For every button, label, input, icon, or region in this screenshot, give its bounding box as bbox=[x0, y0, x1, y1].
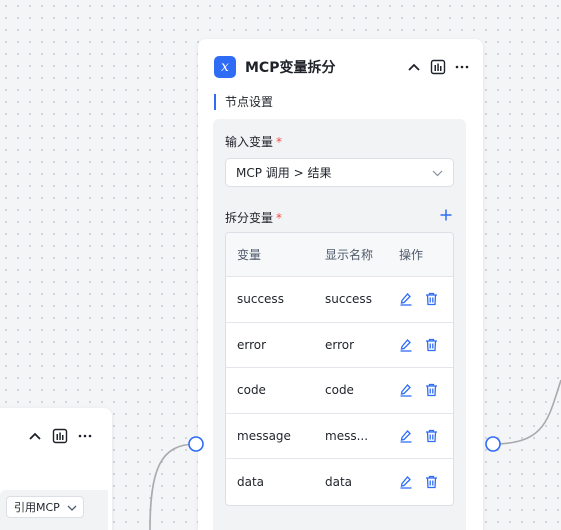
table-row: error error bbox=[226, 323, 453, 369]
delete-icon[interactable] bbox=[425, 292, 438, 306]
input-variable-label-text: 输入变量 bbox=[225, 135, 274, 149]
display-name-cell: error bbox=[325, 337, 355, 352]
workflow-canvas[interactable]: 引用MCP x MCP变量拆分 节点设置 输入变量 * MCP 调用 > 结果 … bbox=[0, 0, 561, 530]
display-name-cell: data bbox=[325, 475, 353, 490]
edit-icon[interactable] bbox=[399, 383, 413, 398]
edit-icon[interactable] bbox=[399, 338, 413, 352]
required-mark: * bbox=[276, 135, 283, 149]
left-node-actions bbox=[28, 428, 92, 444]
add-variable-button[interactable] bbox=[440, 209, 452, 221]
reference-select[interactable]: 引用MCP bbox=[6, 496, 84, 518]
variable-cell: error bbox=[237, 337, 267, 352]
more-icon[interactable] bbox=[455, 65, 469, 69]
display-name-cell: mess... bbox=[325, 429, 369, 444]
actions-cell bbox=[388, 292, 453, 306]
split-variable-label-text: 拆分变量 bbox=[225, 211, 274, 225]
delete-icon[interactable] bbox=[425, 383, 438, 397]
delete-icon[interactable] bbox=[425, 338, 438, 352]
variable-cell: code bbox=[237, 383, 266, 398]
edit-icon[interactable] bbox=[399, 475, 413, 489]
input-variable-select[interactable]: MCP 调用 > 结果 bbox=[225, 158, 454, 187]
chevron-down-icon bbox=[432, 166, 443, 180]
delete-icon[interactable] bbox=[425, 475, 438, 489]
split-variables-table: 变量 显示名称 操作 success success error error c… bbox=[225, 232, 454, 506]
log-icon[interactable] bbox=[430, 59, 446, 75]
actions-cell bbox=[388, 429, 453, 443]
mcp-variable-split-node[interactable]: x MCP变量拆分 节点设置 输入变量 * MCP 调用 > 结果 拆分变量 *… bbox=[198, 39, 483, 530]
table-row: success success bbox=[226, 277, 453, 323]
reference-select-value: 引用MCP bbox=[14, 501, 60, 514]
variable-x-icon: x bbox=[214, 56, 236, 78]
split-variable-label: 拆分变量 * bbox=[225, 209, 282, 226]
display-name-cell: code bbox=[325, 383, 354, 398]
edit-icon[interactable] bbox=[399, 429, 413, 443]
column-header-actions: 操作 bbox=[399, 248, 424, 262]
left-node-body: 引用MCP bbox=[0, 490, 108, 530]
chevron-down-icon bbox=[67, 501, 77, 514]
incoming-wire bbox=[149, 443, 197, 530]
edit-icon[interactable] bbox=[399, 292, 413, 306]
table-row: data data bbox=[226, 459, 453, 505]
collapse-icon[interactable] bbox=[28, 431, 42, 441]
delete-icon[interactable] bbox=[425, 429, 438, 443]
input-variable-value: MCP 调用 > 结果 bbox=[236, 166, 332, 180]
required-mark: * bbox=[276, 211, 283, 225]
table-header: 变量 显示名称 操作 bbox=[226, 233, 453, 277]
actions-cell bbox=[388, 383, 453, 398]
variable-cell: message bbox=[237, 429, 291, 444]
node-header: x MCP变量拆分 bbox=[214, 55, 469, 79]
actions-cell bbox=[388, 338, 453, 352]
node-settings-panel: 输入变量 * MCP 调用 > 结果 拆分变量 * 变量 显示名称 操作 suc… bbox=[213, 119, 466, 530]
actions-cell bbox=[388, 475, 453, 489]
outgoing-wire bbox=[492, 379, 561, 445]
node-title: MCP变量拆分 bbox=[245, 60, 336, 76]
section-title: 节点设置 bbox=[214, 94, 273, 110]
mcp-call-node[interactable]: 引用MCP bbox=[0, 408, 112, 530]
plus-icon bbox=[440, 209, 452, 221]
column-header-display-name: 显示名称 bbox=[325, 248, 374, 262]
variable-cell: success bbox=[237, 292, 284, 307]
node-actions bbox=[407, 59, 469, 75]
display-name-cell: success bbox=[325, 292, 372, 307]
column-header-variable: 变量 bbox=[237, 248, 262, 262]
variable-cell: data bbox=[237, 475, 265, 490]
input-variable-label: 输入变量 * bbox=[225, 133, 282, 150]
table-row: code code bbox=[226, 368, 453, 414]
collapse-icon[interactable] bbox=[407, 62, 421, 72]
table-row: message mess... bbox=[226, 414, 453, 460]
more-icon[interactable] bbox=[78, 434, 92, 438]
log-icon[interactable] bbox=[52, 428, 68, 444]
